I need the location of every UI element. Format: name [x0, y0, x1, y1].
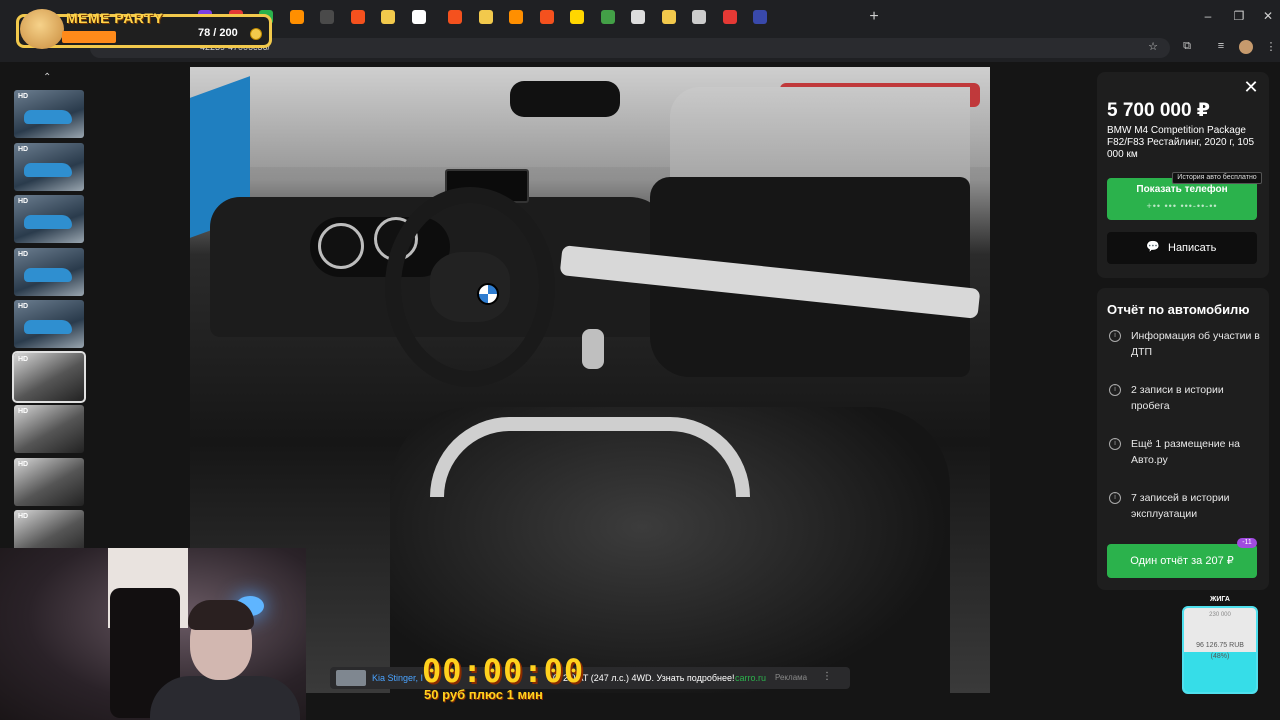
gallery-thumbnail[interactable]: HD: [14, 405, 84, 453]
stream-timer: 00:00:00: [422, 652, 585, 690]
report-item[interactable]: 7 записей в истории эксплуатации: [1131, 490, 1261, 522]
ad-label: Реклама: [775, 673, 808, 682]
hd-badge: HD: [18, 93, 29, 100]
browser-tab-favicon-icon[interactable]: [661, 10, 676, 24]
photo-side-window: [670, 87, 970, 187]
thumbnails-scroll-up-icon[interactable]: ⌃: [43, 72, 51, 83]
window-maximize-button[interactable]: ❐: [1231, 9, 1247, 23]
meme-progress-bar: [62, 31, 116, 43]
browser-tab-favicon-icon[interactable]: [692, 10, 706, 24]
gallery-thumbnail[interactable]: HD: [14, 90, 84, 138]
photo-gauge: [318, 223, 364, 269]
gallery-thumbnail[interactable]: HD: [14, 247, 84, 296]
photo-wheel-hub: [430, 252, 510, 322]
photo-seat-bolster: [430, 417, 750, 497]
show-phone-label: Показать телефон: [1136, 184, 1228, 195]
browser-tab-favicon-icon[interactable]: [722, 10, 737, 24]
ad-link[interactable]: carro.ru: [735, 673, 766, 683]
webcam-person-hair: [188, 600, 254, 630]
donation-goal: [1182, 606, 1258, 694]
discount-badge: -11: [1237, 538, 1257, 548]
donation-amount: 96 126.75 RUB: [1196, 642, 1244, 649]
hd-badge: HD: [18, 145, 29, 153]
screen: + – ❐ ✕ 42239-47006c36/ ☆ ⧉ ≡ ⋮ MEME PAR…: [0, 0, 1280, 720]
photo-gear-shifter: [582, 329, 604, 369]
listing-model: BMW M4 Competition Package F82/F83 Реста…: [1107, 125, 1255, 160]
free-history-tooltip: История авто бесплатно: [1172, 172, 1262, 184]
browser-tab-favicon-icon[interactable]: [289, 10, 304, 24]
browser-tab-favicon-icon[interactable]: [631, 10, 645, 24]
gallery-thumbnail[interactable]: HD: [14, 300, 84, 348]
chat-bubble-icon: 💬: [1146, 241, 1160, 253]
browser-tab-favicon-icon[interactable]: [539, 10, 554, 24]
report-item-info-icon: i: [1109, 438, 1121, 450]
report-item[interactable]: Информация об участии в ДТП: [1131, 328, 1261, 360]
main-photo[interactable]: [190, 67, 990, 693]
report-item-info-icon: i: [1109, 492, 1121, 504]
browser-tab-favicon-icon[interactable]: [320, 10, 334, 24]
gallery-thumbnail[interactable]: HD: [14, 142, 84, 191]
hd-badge: HD: [18, 303, 29, 310]
webcam-person-body: [150, 676, 300, 720]
webcam-feed: [0, 548, 306, 720]
masked-phone-number: +•• ••• •••-••-••: [1146, 201, 1218, 211]
window-minimize-button[interactable]: –: [1200, 9, 1216, 23]
hd-badge: HD: [18, 408, 29, 415]
browser-tab-favicon-icon[interactable]: [570, 10, 584, 24]
ad-title[interactable]: Kia Stinger, I: [372, 673, 423, 683]
extensions-icon[interactable]: ⧉: [1180, 40, 1194, 53]
donation-target: 230 000: [1209, 612, 1231, 618]
bookmark-star-icon[interactable]: ☆: [1146, 40, 1160, 53]
ad-menu-icon[interactable]: ⋮: [822, 671, 832, 682]
browser-tab-favicon-icon[interactable]: [381, 10, 395, 24]
stream-timer-subtitle: 50 руб плюс 1 мин: [424, 687, 543, 702]
close-icon[interactable]: ✕: [1242, 77, 1260, 98]
report-item[interactable]: 2 записи в истории пробега: [1131, 382, 1261, 414]
hd-badge: HD: [18, 460, 29, 468]
profile-avatar[interactable]: [1239, 40, 1253, 54]
ad-car-image: [336, 670, 366, 686]
browser-tab-favicon-icon[interactable]: [448, 10, 462, 24]
donation-percent: (48%): [1210, 653, 1230, 660]
hd-badge: HD: [18, 250, 29, 258]
doge-logo-icon: [20, 9, 64, 49]
gallery-thumbnail[interactable]: HD: [14, 195, 84, 243]
browser-tab-favicon-icon[interactable]: [753, 10, 767, 24]
report-item[interactable]: Ещё 1 размещение на Авто.ру: [1131, 436, 1261, 468]
new-tab-button[interactable]: +: [866, 8, 882, 26]
meme-party-title: MEME PARTY: [66, 10, 164, 26]
gallery-thumbnail[interactable]: HD: [12, 350, 86, 403]
report-item-info-icon: i: [1109, 384, 1121, 396]
browser-menu-icon[interactable]: ⋮: [1264, 40, 1278, 53]
browser-tab-favicon-icon[interactable]: [509, 10, 523, 24]
donation-name: ЖИГА: [1210, 596, 1230, 603]
media-controls-icon[interactable]: ≡: [1214, 40, 1228, 52]
listing-price: 5 700 000 ₽: [1107, 100, 1211, 121]
coin-icon: [250, 28, 262, 40]
thumbnail-car-shape: [24, 267, 72, 282]
meme-count: 78 / 200: [198, 27, 238, 39]
buy-report-label: Один отчёт за 207 ₽: [1130, 555, 1234, 567]
window-close-button[interactable]: ✕: [1260, 9, 1276, 23]
thumbnail-car-shape: [24, 320, 72, 334]
photo-rear-mirror: [510, 81, 620, 117]
browser-tab-favicon-icon[interactable]: [411, 10, 426, 24]
hd-badge: HD: [18, 198, 29, 205]
browser-tab-favicon-icon[interactable]: [600, 10, 615, 24]
report-item-info-icon: i: [1109, 330, 1121, 342]
write-message-label: Написать: [1168, 242, 1217, 254]
hd-badge: HD: [18, 355, 29, 363]
thumbnail-car-shape: [24, 215, 72, 229]
browser-tab-favicon-icon[interactable]: [350, 10, 365, 24]
browser-tab-favicon-icon[interactable]: [478, 10, 493, 24]
photo-brand-logo-icon: [477, 283, 499, 305]
hd-badge: HD: [18, 513, 29, 520]
report-title: Отчёт по автомобилю: [1107, 302, 1250, 317]
thumbnail-car-shape: [24, 162, 72, 177]
thumbnail-car-shape: [24, 110, 72, 124]
gallery-thumbnail[interactable]: HD: [14, 457, 84, 506]
